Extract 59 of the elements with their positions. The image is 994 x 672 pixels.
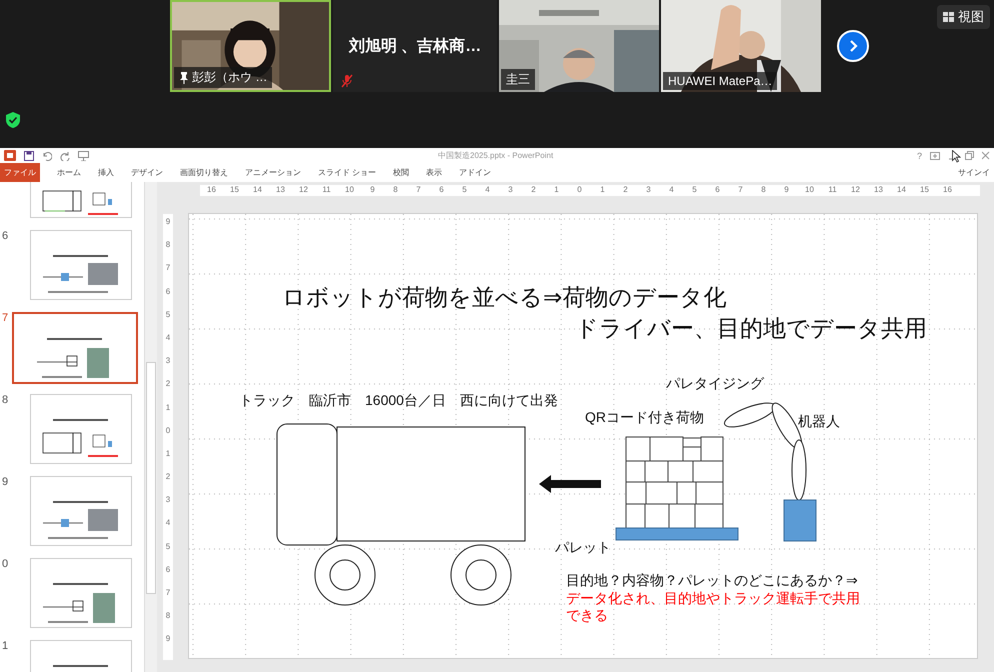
truck-caption: トラック 臨沂市 16000台／日 西に向けて出発: [239, 392, 558, 410]
slide-number: 8: [2, 394, 8, 406]
participant-name: 彭彭（ホウ …: [192, 69, 268, 86]
answer-text: データ化され、目的地やトラック運転手で共用できる: [566, 590, 861, 624]
pallet-caption: パレット: [555, 539, 611, 557]
grid-icon: [943, 12, 954, 22]
view-button[interactable]: 視图: [937, 5, 990, 29]
ribbon-tab[interactable]: 表示: [426, 167, 442, 178]
slide-heading: ドライバー、目的地でデータ共用: [575, 314, 927, 343]
ribbon-tab[interactable]: デザイン: [131, 167, 163, 178]
slide-thumbnail[interactable]: [30, 394, 132, 464]
robot-caption: 机器人: [798, 413, 840, 431]
slide-number: 7: [2, 312, 8, 324]
restore-icon[interactable]: [965, 151, 974, 160]
participant-name: 刘旭明 、吉林商…: [348, 36, 482, 56]
pin-icon: [179, 72, 189, 84]
question-text: 目的地？内容物？パレットのどこにあるか？⇒: [566, 572, 858, 590]
file-menu-button[interactable]: ファイル: [0, 163, 40, 182]
slide-number: 9: [2, 476, 8, 488]
shield-check-icon[interactable]: [6, 112, 20, 128]
slide-heading: ロボットが荷物を並べる⇒荷物のデータ化: [282, 283, 726, 312]
ribbon-tab[interactable]: ホーム: [57, 167, 81, 178]
video-tile[interactable]: 彭彭（ホウ …: [170, 0, 331, 92]
close-icon[interactable]: [982, 151, 990, 160]
muted-microphone-icon: [341, 74, 353, 88]
presentation-icon[interactable]: [78, 150, 89, 160]
palletizing-caption: パレタイジング: [666, 375, 764, 393]
slide-thumbnail[interactable]: [30, 558, 132, 628]
participant-name: 圭三: [506, 71, 530, 88]
video-tile[interactable]: 圭三: [499, 0, 659, 92]
horizontal-ruler: 16 15 14 13 12 11 10 9 8 7 6 5 4 3 2 1 0 1 2 3 4 5 6 7 8 9 10 11 12 13 14 15 16: [200, 185, 980, 196]
window-title: 中国製造2025.pptx - PowerPoint: [438, 150, 554, 161]
ribbon-tab[interactable]: 挿入: [98, 167, 114, 178]
participant-name: HUAWEI MatePa…: [668, 74, 772, 88]
ribbon-tab[interactable]: スライド ショー: [318, 167, 376, 178]
participant-tile[interactable]: 刘旭明 、吉林商…: [333, 0, 497, 92]
ribbon-display-icon[interactable]: [930, 152, 940, 160]
cargo-caption: QRコード付き荷物: [585, 409, 704, 427]
sign-in-link[interactable]: サインイ: [958, 167, 990, 178]
undo-icon[interactable]: [42, 150, 52, 160]
ribbon-tab[interactable]: アドイン: [459, 167, 492, 178]
video-tile[interactable]: HUAWEI MatePa…: [661, 0, 821, 92]
redo-icon[interactable]: [60, 150, 70, 160]
next-page-button[interactable]: [837, 30, 869, 62]
ribbon-tab[interactable]: 校閲: [393, 167, 410, 178]
vertical-ruler: 9 8 7 6 5 4 3 2 1 0 1 2 3 4 5 6 7 8 9: [163, 214, 173, 660]
slide-thumbnail[interactable]: [30, 182, 132, 218]
ribbon-tab[interactable]: 画面切り替え: [180, 167, 228, 178]
arrow: [539, 475, 601, 493]
slide-thumbnail[interactable]: [12, 312, 138, 384]
save-icon[interactable]: [24, 150, 34, 160]
slide-number: 0: [2, 558, 8, 570]
slide-thumbnail[interactable]: [30, 476, 132, 546]
help-button[interactable]: ?: [916, 150, 922, 160]
scrollbar[interactable]: [144, 182, 157, 672]
slide-number: 1: [2, 640, 8, 652]
slide-thumbnail[interactable]: [30, 230, 132, 300]
ribbon-tab[interactable]: アニメーション: [245, 167, 301, 178]
slide-number: 6: [2, 230, 8, 242]
